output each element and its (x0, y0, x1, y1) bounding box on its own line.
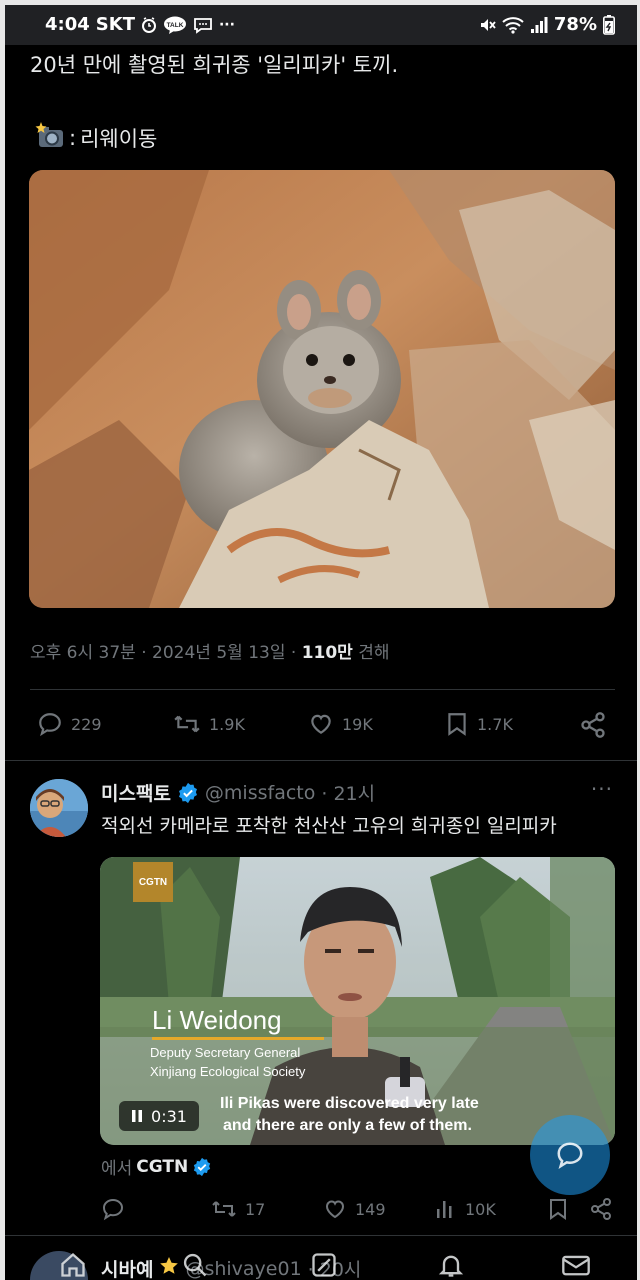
bookmark-button[interactable]: 1.7K (445, 711, 513, 737)
video-subtitle-line1: Ili Pikas were discovered very late (220, 1095, 479, 1112)
tweet2-text: 적외선 카메라로 포착한 천산산 고유의 희귀종인 일리피카 (101, 815, 557, 837)
mute-icon (478, 16, 496, 34)
bookmark-count: 1.7K (477, 714, 513, 734)
verified-badge-icon (178, 782, 197, 803)
tweet2-header: 미스팩토 @missfacto · 21시 (101, 779, 375, 806)
share-icon (591, 1198, 611, 1220)
verified-badge-icon (194, 1157, 211, 1176)
like-count: 149 (355, 1199, 386, 1219)
alarm-icon (141, 16, 157, 34)
tweet1-divider (30, 689, 615, 690)
reply-count: 229 (71, 714, 102, 734)
share-button[interactable] (589, 1197, 613, 1221)
like-count: 19K (342, 714, 373, 734)
views-chart-icon (437, 1201, 452, 1218)
tweet2-actions: 17 149 10K (5, 1193, 637, 1229)
search-nav-icon[interactable] (181, 1251, 209, 1280)
status-time: 4:04 (45, 14, 90, 35)
status-bar-right: 78% (478, 14, 615, 35)
video-source-prefix: 에서 (101, 1159, 133, 1179)
tweet-separator (5, 1235, 637, 1236)
tweet1-actions: 229 1.9K 19K 1.7K (5, 705, 637, 745)
tweet1-timestamp: 오후 6시 37분 · 2024년 5월 13일 · (30, 643, 302, 663)
tweet1-views-label: 견해 (352, 643, 390, 663)
bookmark-icon (550, 1199, 566, 1220)
compose-message-icon (557, 1142, 583, 1170)
video-source-name: CGTN (136, 1156, 189, 1177)
tweet-separator (5, 760, 637, 761)
tweet1-meta: 오후 6시 37분 · 2024년 5월 13일 · 110만 견해 (30, 638, 390, 663)
talk-icon: TALK (163, 16, 187, 34)
photo-credit-name: 리웨이동 (80, 126, 158, 151)
video-pause-time-button[interactable]: 0:31 (119, 1101, 199, 1131)
tweet1-text: 20년 만에 촬영된 희귀종 '일리피카' 토끼. (30, 53, 399, 77)
status-bar-left: 4:04 SKT TALK ··· (45, 14, 235, 35)
pause-icon (132, 1110, 143, 1122)
share-icon (581, 712, 605, 738)
video-time: 0:31 (151, 1106, 187, 1126)
bookmark-button[interactable] (547, 1197, 569, 1221)
retweet-button[interactable]: 17 (211, 1197, 265, 1221)
like-button[interactable]: 19K (308, 711, 373, 737)
reply-icon (102, 1198, 124, 1221)
grok-nav-icon[interactable] (310, 1251, 338, 1280)
status-bar: 4:04 SKT TALK ··· 78% (5, 5, 637, 45)
messages-nav-icon[interactable] (561, 1251, 591, 1280)
reply-button[interactable] (101, 1197, 133, 1221)
like-button[interactable]: 149 (323, 1197, 386, 1221)
battery-icon (603, 14, 615, 35)
cgtn-video-logo: CGTN (133, 862, 173, 902)
video-lower-third-name: Li Weidong (152, 1005, 282, 1035)
notifications-nav-icon[interactable] (437, 1251, 465, 1280)
phone-screen: 4:04 SKT TALK ··· 78% 20년 만에 촬영된 희귀종 '일리… (5, 5, 637, 1280)
tweet2-time: · 21시 (321, 783, 376, 805)
bottom-navigation (5, 1245, 637, 1280)
video-source[interactable]: 에서 CGTN (101, 1154, 212, 1179)
more-notifications: ··· (218, 16, 235, 33)
photo-credit: : 리웨이동 (35, 121, 157, 154)
compose-button[interactable] (530, 1115, 610, 1195)
heart-icon (311, 714, 331, 734)
tweet2-author-name[interactable]: 미스팩토 (101, 779, 171, 806)
retweet-button[interactable]: 1.9K (173, 711, 245, 737)
video-lower-third-title: Deputy Secretary General (150, 1045, 301, 1060)
tweet1-view-count: 110만 (301, 643, 353, 663)
retweet-icon (174, 715, 200, 733)
svg-text:TALK: TALK (167, 22, 184, 29)
tweet2-handle[interactable]: @missfacto (205, 782, 315, 804)
video-lower-third-line (152, 1037, 324, 1040)
avatar[interactable] (30, 779, 88, 837)
video-subtitle-line2: and there are only a few of them. (223, 1117, 472, 1134)
more-options-button[interactable]: ··· (591, 777, 613, 801)
signal-icon (530, 16, 548, 34)
reply-button[interactable]: 229 (37, 711, 102, 737)
battery-percent: 78% (553, 14, 597, 35)
retweet-count: 17 (245, 1199, 266, 1219)
home-nav-icon[interactable] (59, 1251, 87, 1280)
tweet1-photo-ili-pika[interactable] (29, 170, 615, 608)
bookmark-icon (448, 713, 466, 736)
photo-credit-colon: : (69, 125, 77, 150)
status-carrier: SKT (95, 14, 135, 35)
message-icon (193, 16, 213, 34)
wifi-icon (502, 16, 524, 34)
heart-icon (325, 1200, 345, 1219)
video-lower-third-org: Xinjiang Ecological Society (150, 1064, 306, 1079)
reply-icon (39, 713, 61, 737)
camera-flash-icon (35, 121, 65, 154)
view-count: 10K (465, 1199, 496, 1219)
share-button[interactable] (579, 711, 607, 739)
views-button[interactable]: 10K (435, 1197, 496, 1221)
retweet-count: 1.9K (209, 714, 245, 734)
retweet-icon (212, 1201, 236, 1217)
